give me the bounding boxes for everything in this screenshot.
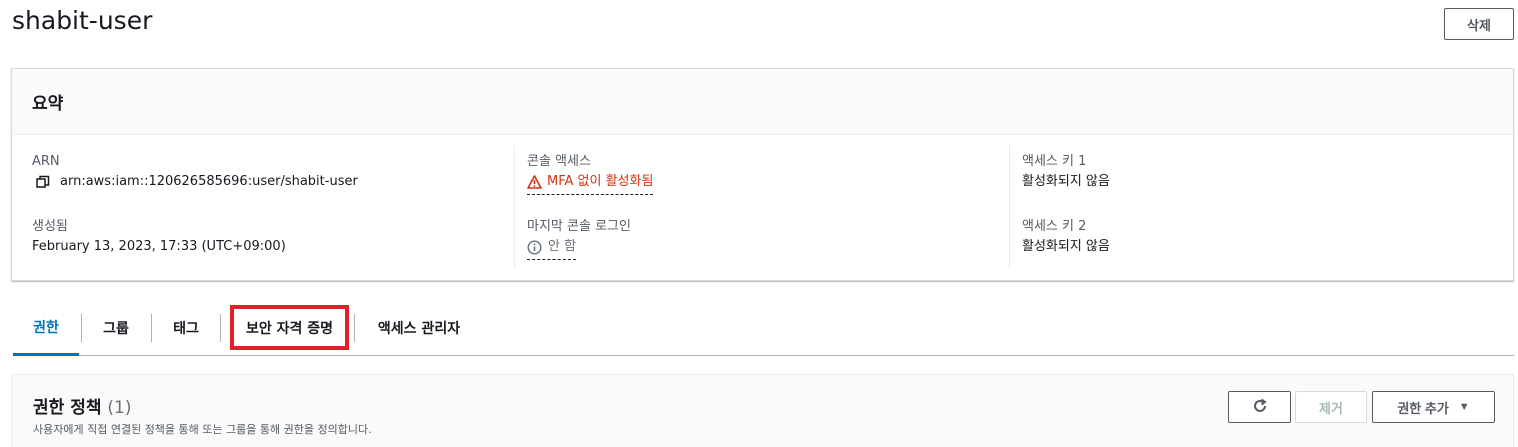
- permissions-title-text: 권한 정책: [33, 398, 102, 418]
- tab-bar: 권한 그룹 태그 보안 자격 증명 액세스 관리자: [13, 300, 1514, 356]
- copy-icon[interactable]: [36, 175, 50, 189]
- refresh-icon: [1252, 398, 1268, 417]
- access-key-1-label: 액세스 키 1: [1022, 154, 1087, 169]
- tab-permissions[interactable]: 권한: [13, 300, 79, 356]
- arn-label: ARN: [32, 154, 60, 169]
- access-key-2-value: 활성화되지 않음: [1022, 239, 1110, 254]
- info-icon: [527, 239, 542, 255]
- console-access-value: MFA 없이 활성화됨: [547, 174, 654, 189]
- refresh-button[interactable]: [1228, 391, 1291, 423]
- tab-divider: [81, 314, 82, 342]
- access-key-1-value: 활성화되지 않음: [1022, 174, 1110, 189]
- summary-header: 요약: [12, 69, 1513, 135]
- summary-column-1: ARN arn:aws:iam::120626585696:user/shabi…: [32, 145, 512, 269]
- last-login-status[interactable]: 안 함: [527, 236, 577, 260]
- console-access-status[interactable]: MFA 없이 활성화됨: [527, 171, 654, 195]
- caret-down-icon: ▼: [1458, 401, 1470, 413]
- summary-card: 요약 ARN arn:aws:iam::120626585696:user/sh…: [11, 68, 1514, 281]
- last-login-value: 안 함: [548, 239, 577, 254]
- created-field: 생성됨 February 13, 2023, 17:33 (UTC+09:00): [32, 210, 512, 275]
- last-login-field: 마지막 콘솔 로그인 안 함: [527, 210, 1009, 275]
- last-login-label: 마지막 콘솔 로그인: [527, 219, 631, 234]
- permissions-description: 사용자에게 직접 연결된 정책을 통해 또는 그룹을 통해 권한을 정의합니다.: [33, 423, 372, 436]
- console-access-label: 콘솔 액세스: [527, 154, 591, 169]
- permissions-policies-panel: 권한 정책 (1) 사용자에게 직접 연결된 정책을 통해 또는 그룹을 통해 …: [11, 374, 1514, 447]
- remove-button[interactable]: 제거: [1295, 391, 1367, 423]
- permissions-title: 권한 정책 (1): [33, 393, 132, 418]
- delete-button[interactable]: 삭제: [1444, 8, 1514, 40]
- tab-access-advisor[interactable]: 액세스 관리자: [358, 300, 480, 356]
- highlight-box: [230, 305, 349, 350]
- add-permissions-label: 권한 추가: [1397, 400, 1449, 416]
- access-key-1-field: 액세스 키 1 활성화되지 않음: [1022, 145, 1499, 210]
- summary-title: 요약: [32, 94, 64, 114]
- arn-field: ARN arn:aws:iam::120626585696:user/shabi…: [32, 145, 512, 210]
- warning-icon: [527, 175, 542, 189]
- tab-divider: [354, 314, 355, 342]
- add-permissions-button[interactable]: 권한 추가 ▼: [1372, 391, 1495, 423]
- access-key-2-label: 액세스 키 2: [1022, 219, 1087, 234]
- tab-tags[interactable]: 태그: [153, 300, 219, 356]
- tab-divider: [220, 314, 221, 342]
- permissions-count: (1): [107, 398, 132, 418]
- created-value: February 13, 2023, 17:33 (UTC+09:00): [32, 239, 286, 254]
- access-key-2-field: 액세스 키 2 활성화되지 않음: [1022, 210, 1499, 275]
- page-title: shabit-user: [12, 6, 153, 35]
- tab-divider: [151, 314, 152, 342]
- created-label: 생성됨: [32, 219, 68, 234]
- summary-column-3: 액세스 키 1 활성화되지 않음 액세스 키 2 활성화되지 않음: [1009, 145, 1499, 269]
- arn-value: arn:aws:iam::120626585696:user/shabit-us…: [60, 174, 358, 189]
- summary-column-2: 콘솔 액세스 MFA 없이 활성화됨 마지막 콘솔 로그인 안 함: [514, 145, 1009, 269]
- console-access-field: 콘솔 액세스 MFA 없이 활성화됨: [527, 145, 1009, 210]
- tab-groups[interactable]: 그룹: [83, 300, 149, 356]
